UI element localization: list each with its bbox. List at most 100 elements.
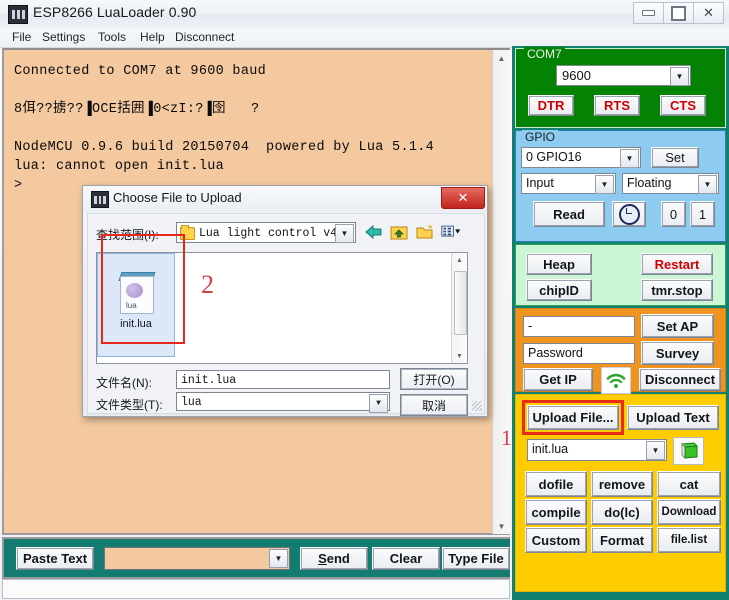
send-button[interactable]: Send (300, 547, 368, 570)
type-file-button[interactable]: Type File (442, 547, 510, 570)
annotation-step-2: 2 (201, 270, 214, 299)
survey-button[interactable]: Survey (641, 341, 714, 365)
baud-rate-select[interactable]: 9600 ▼ (556, 65, 691, 86)
application-window: ESP8266 LuaLoader 0.90 ✕ File Settings T… (0, 0, 729, 600)
file-list-button[interactable]: file.list (657, 527, 721, 553)
chevron-down-icon[interactable]: ▼ (698, 175, 717, 194)
tmr-stop-button[interactable]: tmr.stop (641, 279, 713, 301)
com-port-group: COM7 9600 ▼ DTR RTS CTS (515, 47, 726, 128)
chipid-button[interactable]: chipID (526, 279, 592, 301)
chevron-down-icon[interactable]: ▼ (670, 67, 689, 86)
filetype-select[interactable]: lua ▼ (176, 392, 390, 413)
menu-bar: File Settings Tools Help Disconnect (0, 28, 729, 48)
right-control-panel: COM7 9600 ▼ DTR RTS CTS GPIO 0 GPIO16 ▼ … (512, 46, 729, 600)
close-icon[interactable]: ✕ (693, 2, 724, 24)
ssid-input[interactable]: - (523, 316, 635, 337)
annotation-step-1: 1 (501, 425, 512, 450)
maximize-button[interactable] (663, 2, 694, 24)
menu-item-disconnect[interactable]: Disconnect (171, 30, 238, 45)
download-button[interactable]: Download (657, 499, 721, 525)
command-input-value (105, 550, 109, 564)
gpio-pin-value: 0 GPIO16 (526, 150, 582, 164)
remove-button[interactable]: remove (591, 471, 653, 497)
upload-text-button[interactable]: Upload Text (627, 405, 719, 430)
gpio-direction-select[interactable]: Input ▼ (521, 173, 616, 194)
minimize-button[interactable] (633, 2, 664, 24)
gpio-pin-select[interactable]: 0 GPIO16 ▼ (521, 147, 641, 168)
file-list-scrollbar[interactable]: ▲ ▼ (451, 253, 467, 363)
gpio-legend: GPIO (522, 130, 559, 144)
wifi-group: - Password Set AP Survey Get IP Disconne… (515, 308, 726, 394)
baud-rate-value: 9600 (562, 68, 591, 83)
file-select[interactable]: init.lua ▼ (527, 439, 667, 461)
get-ip-button[interactable]: Get IP (523, 368, 593, 391)
gpio-pull-value: Floating (627, 176, 672, 190)
gpio-low-button[interactable]: 0 (661, 201, 686, 227)
dialog-nav-icons (363, 222, 461, 241)
menu-item-settings[interactable]: Settings (38, 30, 89, 45)
terminal-scrollbar[interactable]: ▲ ▼ (492, 50, 510, 534)
send-button-label: end (326, 551, 350, 566)
format-button[interactable]: Format (591, 527, 653, 553)
chevron-down-icon[interactable]: ▼ (269, 549, 288, 568)
chevron-down-icon[interactable]: ▼ (646, 441, 665, 460)
gpio-high-button[interactable]: 1 (690, 201, 715, 227)
menu-item-file[interactable]: File (8, 30, 35, 45)
chevron-down-icon[interactable]: ▼ (335, 224, 354, 243)
filename-input[interactable]: init.lua (176, 370, 390, 389)
system-group: Heap chipID Restart tmr.stop (515, 244, 726, 306)
command-input[interactable]: ▼ (104, 547, 290, 570)
cts-button[interactable]: CTS (660, 95, 706, 116)
heap-button[interactable]: Heap (526, 253, 592, 275)
compile-button[interactable]: compile (525, 499, 587, 525)
chevron-down-icon[interactable]: ▼ (620, 149, 639, 168)
up-folder-icon[interactable] (389, 222, 409, 241)
scroll-up-icon[interactable]: ▲ (452, 253, 467, 267)
view-mode-icon[interactable] (441, 222, 461, 241)
gpio-pull-select[interactable]: Floating ▼ (622, 173, 719, 194)
gpio-set-button[interactable]: Set (651, 147, 699, 168)
clear-button[interactable]: Clear (372, 547, 440, 570)
menu-item-tools[interactable]: Tools (94, 30, 130, 45)
dialog-close-icon[interactable]: ✕ (441, 187, 485, 209)
dolc-button[interactable]: do(lc) (591, 499, 653, 525)
dofile-button[interactable]: dofile (525, 471, 587, 497)
scroll-down-icon[interactable]: ▼ (452, 349, 467, 363)
disconnect-button[interactable]: Disconnect (639, 368, 721, 391)
window-title: ESP8266 LuaLoader 0.90 (33, 4, 197, 20)
cat-button[interactable]: cat (657, 471, 721, 497)
back-arrow-icon[interactable] (363, 222, 383, 241)
look-in-value: Lua light control v4.0 (199, 227, 351, 240)
wifi-icon-svg (606, 373, 626, 388)
chevron-down-icon[interactable]: ▼ (369, 394, 388, 413)
gpio-read-button[interactable]: Read (533, 201, 605, 227)
scroll-up-icon[interactable]: ▲ (493, 50, 510, 66)
dialog-resize-handle[interactable] (472, 401, 482, 411)
dtr-button[interactable]: DTR (528, 95, 574, 116)
menu-item-help[interactable]: Help (136, 30, 169, 45)
paste-text-button[interactable]: Paste Text (16, 547, 94, 570)
chevron-down-icon[interactable]: ▼ (595, 175, 614, 194)
cancel-button[interactable]: 取消 (400, 394, 468, 416)
title-bar: ESP8266 LuaLoader 0.90 ✕ (0, 0, 729, 29)
scroll-down-icon[interactable]: ▼ (493, 518, 510, 534)
com-port-legend: COM7 (524, 47, 565, 61)
set-ap-button[interactable]: Set AP (641, 314, 714, 338)
custom-button[interactable]: Custom (525, 527, 587, 553)
bottom-toolbar: Paste Text ▼ Send Clear Type File (2, 537, 510, 579)
look-in-select[interactable]: Lua light control v4.0 ▼ (176, 222, 356, 243)
rts-button[interactable]: RTS (594, 95, 640, 116)
notebook-icon[interactable] (673, 437, 704, 465)
password-input[interactable]: Password (523, 343, 635, 364)
gpio-timer-button[interactable] (612, 201, 646, 227)
upload-file-highlight (522, 400, 624, 435)
open-button[interactable]: 打开(O) (400, 368, 468, 390)
gpio-direction-value: Input (526, 176, 554, 190)
filetype-label: 文件类型(T): (96, 398, 163, 412)
scrollbar-thumb[interactable] (454, 271, 467, 335)
status-bar (2, 579, 510, 599)
new-folder-icon[interactable] (415, 222, 435, 241)
file-item-highlight (101, 234, 185, 344)
restart-button[interactable]: Restart (641, 253, 713, 275)
terminal-text: Connected to COM7 at 9600 baud 8佴??掳??▐O… (14, 64, 435, 193)
